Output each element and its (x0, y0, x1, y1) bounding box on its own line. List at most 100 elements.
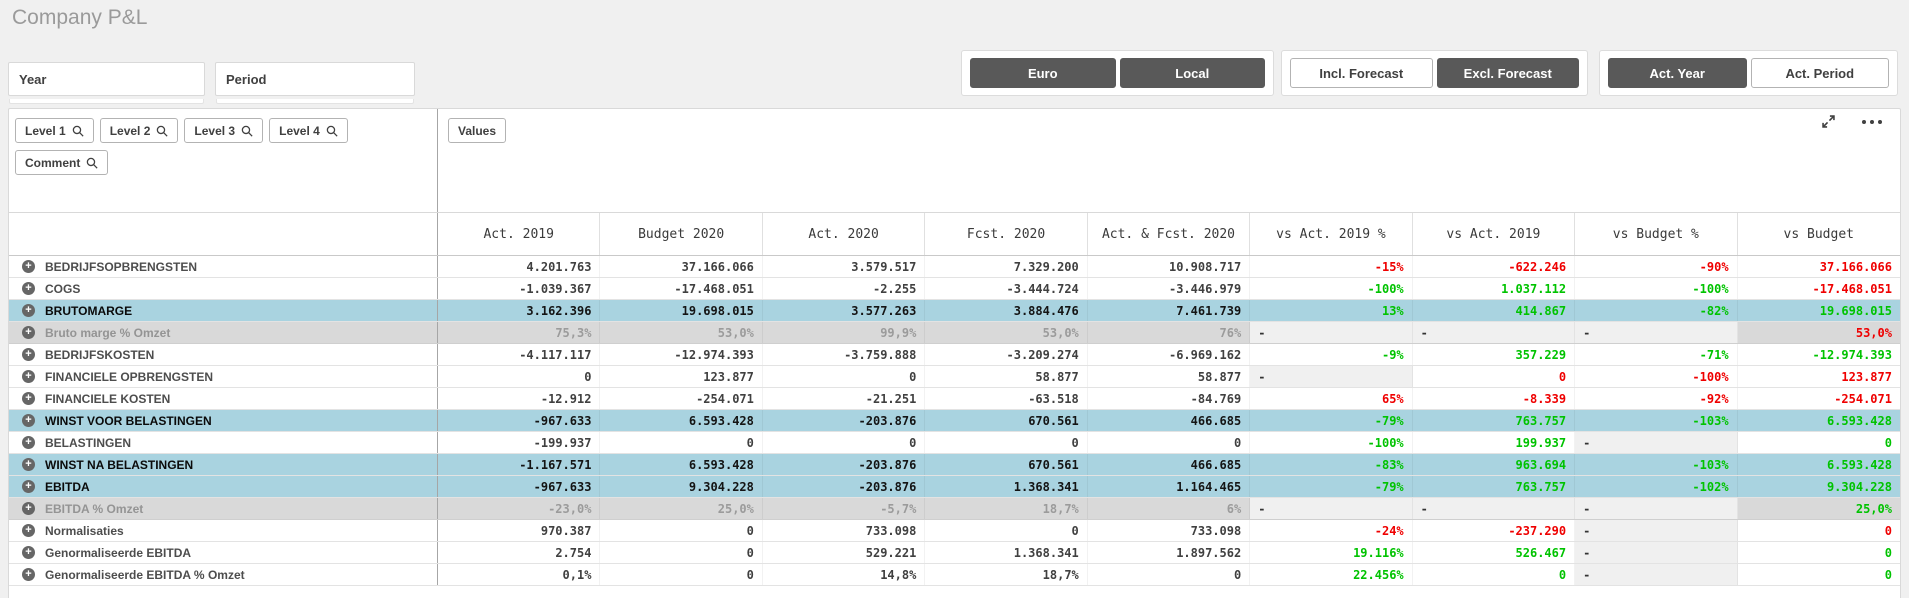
dimension-button-level-3[interactable]: Level 3 (184, 118, 264, 143)
dimension-button-level-4[interactable]: Level 4 (269, 118, 348, 143)
value-cell: 0 (1884, 567, 1892, 582)
value-cell: 7.461.739 (1088, 300, 1251, 321)
dimension-button-label: Level 4 (279, 123, 320, 138)
forecast-toggle-incl-forecast[interactable]: Incl. Forecast (1290, 58, 1433, 88)
expand-row-icon[interactable] (22, 458, 35, 471)
values-button[interactable]: Values (448, 118, 507, 143)
fullscreen-arrows-icon[interactable] (1821, 114, 1836, 129)
column-header[interactable]: Act. & Fcst. 2020 (1088, 213, 1251, 255)
currency-toggle-card: Euro Local (961, 50, 1274, 96)
search-icon (87, 157, 98, 169)
period-filter[interactable]: Period (215, 62, 415, 104)
value-cell: -203.876 (763, 454, 926, 475)
row-label: BELASTINGEN (45, 435, 132, 450)
forecast-toggle-excl-forecast[interactable]: Excl. Forecast (1436, 58, 1579, 88)
search-icon (326, 125, 338, 137)
expand-row-icon[interactable] (22, 304, 35, 317)
value-cell: 7.329.200 (925, 256, 1088, 277)
column-header[interactable]: Budget 2020 (600, 213, 763, 255)
ellipsis-icon[interactable] (1862, 119, 1882, 124)
value-cell: 58.877 (1088, 366, 1251, 387)
dimension-button-level-1[interactable]: Level 1 (15, 118, 94, 143)
expand-row-icon[interactable] (22, 546, 35, 559)
expand-row-icon[interactable] (22, 260, 35, 273)
value-cell: 75,3% (438, 322, 601, 343)
expand-row-icon[interactable] (22, 370, 35, 383)
value-cell: 0,1% (438, 564, 601, 585)
value-cell: 19.116% (1250, 542, 1413, 563)
value-cell: 0 (763, 432, 926, 453)
actuals-toggle-act-period[interactable]: Act. Period (1750, 58, 1889, 88)
value-cell: 3.577.263 (763, 300, 926, 321)
value-cell: 0 (600, 542, 763, 563)
row-label-cell[interactable]: FINANCIELE KOSTEN (9, 388, 438, 409)
value-cell: 414.867 (1413, 300, 1576, 321)
value-cell: -203.876 (763, 410, 926, 431)
row-label-cell[interactable]: Genormaliseerde EBITDA % Omzet (9, 564, 438, 585)
row-label-cell[interactable]: BRUTOMARGE (9, 300, 438, 321)
row-label-cell[interactable]: WINST NA BELASTINGEN (9, 454, 438, 475)
row-label-cell[interactable]: EBITDA (9, 476, 438, 497)
value-cell: 2.754 (438, 542, 601, 563)
value-cell: 1.368.341 (925, 476, 1088, 497)
row-label-cell[interactable]: BEDRIJFSOPBRENGSTEN (9, 256, 438, 277)
column-header[interactable]: vs Budget (1738, 213, 1900, 255)
value-cell: 25,0% (600, 498, 763, 519)
table-row: BRUTOMARGE3.162.39619.698.0153.577.2633.… (9, 300, 1900, 322)
column-header[interactable]: Act. 2020 (763, 213, 926, 255)
row-label-cell[interactable]: Bruto marge % Omzet (9, 322, 438, 343)
value-cell: 19.698.015 (1819, 303, 1892, 318)
value-cell: - (1575, 432, 1738, 453)
value-cell: -203.876 (763, 476, 926, 497)
value-cell: -102% (1575, 476, 1738, 497)
row-label-column-header (9, 213, 438, 255)
value-cell: 0 (1413, 564, 1576, 585)
row-label-cell[interactable]: Genormaliseerde EBITDA (9, 542, 438, 563)
expand-row-icon[interactable] (22, 524, 35, 537)
value-cell: -622.246 (1413, 256, 1576, 277)
column-header[interactable]: vs Act. 2019 (1413, 213, 1576, 255)
currency-toggle-euro[interactable]: Euro (970, 58, 1116, 88)
row-label-cell[interactable]: WINST VOOR BELASTINGEN (9, 410, 438, 431)
dimension-button-comment[interactable]: Comment (15, 150, 109, 175)
value-cell: -103% (1575, 410, 1738, 431)
column-header[interactable]: vs Act. 2019 % (1250, 213, 1413, 255)
expand-row-icon[interactable] (22, 282, 35, 295)
row-label-cell[interactable]: BEDRIJFSKOSTEN (9, 344, 438, 365)
row-label: Normalisaties (45, 523, 124, 538)
column-header[interactable]: vs Budget % (1575, 213, 1738, 255)
row-label-cell[interactable]: COGS (9, 278, 438, 299)
column-header[interactable]: Act. 2019 (438, 213, 601, 255)
expand-row-icon[interactable] (22, 568, 35, 581)
row-label: EBITDA % Omzet (45, 501, 144, 516)
value-cell: 6.593.428 (1826, 457, 1892, 472)
expand-row-icon[interactable] (22, 436, 35, 449)
value-cell: 670.561 (925, 454, 1088, 475)
value-cell: -24% (1250, 520, 1413, 541)
actuals-toggle-act-year[interactable]: Act. Year (1608, 58, 1747, 88)
value-cell: -79% (1250, 410, 1413, 431)
value-cell: 3.884.476 (925, 300, 1088, 321)
row-label-cell[interactable]: EBITDA % Omzet (9, 498, 438, 519)
year-filter-label: Year (19, 71, 47, 87)
value-cell: 9.304.228 (600, 476, 763, 497)
value-cell: -17.468.051 (1812, 281, 1892, 296)
value-cell: -6.969.162 (1088, 344, 1251, 365)
expand-row-icon[interactable] (22, 480, 35, 493)
expand-row-icon[interactable] (22, 392, 35, 405)
expand-row-icon[interactable] (22, 326, 35, 339)
value-cell: 0 (1413, 366, 1576, 387)
expand-row-icon[interactable] (22, 348, 35, 361)
year-filter[interactable]: Year (8, 62, 205, 104)
expand-row-icon[interactable] (22, 502, 35, 515)
row-label-cell[interactable]: BELASTINGEN (9, 432, 438, 453)
row-label-cell[interactable]: FINANCIELE OPBRENGSTEN (9, 366, 438, 387)
currency-toggle-local[interactable]: Local (1119, 58, 1265, 88)
table-row: Genormaliseerde EBITDA2.7540529.2211.368… (9, 542, 1900, 564)
expand-row-icon[interactable] (22, 414, 35, 427)
value-cell: 6.593.428 (600, 454, 763, 475)
row-label-cell[interactable]: Normalisaties (9, 520, 438, 541)
column-header[interactable]: Fcst. 2020 (925, 213, 1088, 255)
value-cell: 0 (600, 564, 763, 585)
dimension-button-level-2[interactable]: Level 2 (99, 118, 179, 143)
